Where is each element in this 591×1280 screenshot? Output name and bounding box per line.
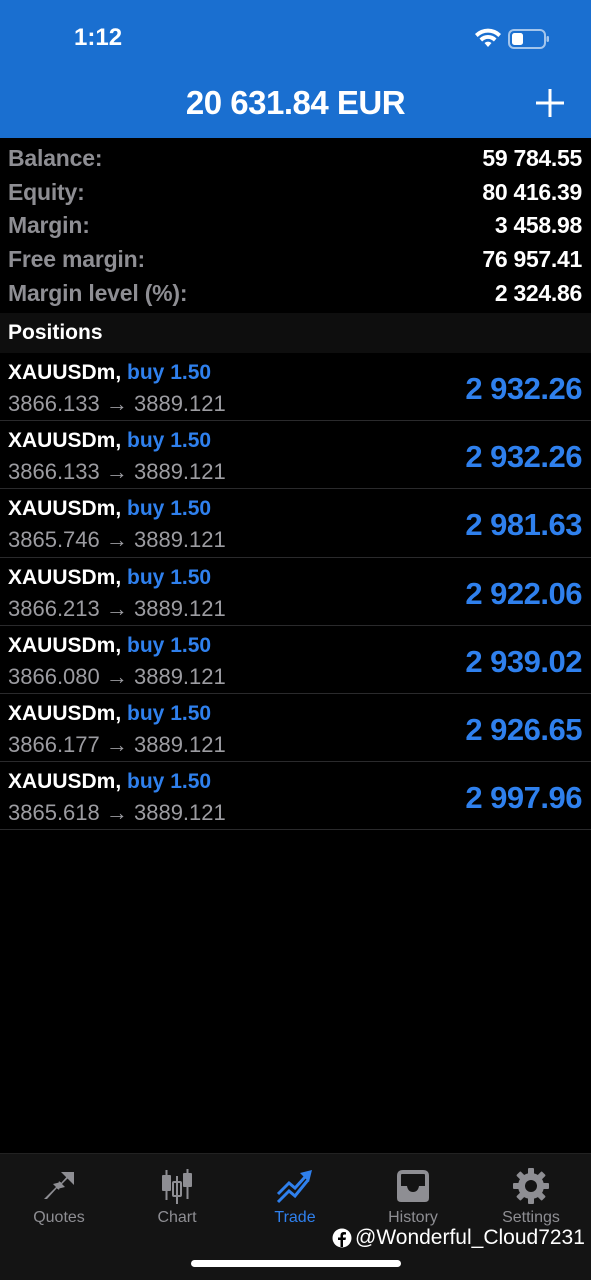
summary-label: Margin level (%):: [8, 279, 188, 306]
position-side: buy 1.50: [127, 701, 212, 725]
position-symbol: XAUUSDm,: [8, 497, 122, 521]
summary-value: 59 784.55: [482, 145, 582, 172]
position-row[interactable]: XAUUSDm, buy 1.50 3866.213 → 3889.121 2 …: [0, 558, 591, 626]
account-summary: Balance: 59 784.55 Equity: 80 416.39 Mar…: [0, 142, 591, 310]
position-row[interactable]: XAUUSDm, buy 1.50 3866.080 → 3889.121 2 …: [0, 626, 591, 694]
tab-quotes[interactable]: Quotes: [0, 1154, 118, 1234]
position-side: buy 1.50: [127, 770, 212, 794]
position-profit: 2 932.26: [465, 439, 582, 475]
position-side: buy 1.50: [127, 633, 212, 657]
summary-row-margin-level: Margin level (%): 2 324.86: [0, 276, 591, 310]
position-symbol: XAUUSDm,: [8, 361, 122, 384]
position-prices: 3866.177 → 3889.121: [8, 731, 226, 757]
summary-row-free-margin: Free margin: 76 957.41: [0, 243, 591, 277]
summary-label: Free margin:: [8, 246, 145, 273]
summary-row-balance: Balance: 59 784.55: [0, 142, 591, 176]
position-symbol: XAUUSDm,: [8, 565, 122, 589]
position-prices: 3866.080 → 3889.121: [8, 663, 226, 689]
facebook-icon: [332, 1228, 352, 1248]
position-profit: 2 922.06: [465, 575, 582, 611]
tab-label: Trade: [274, 1209, 316, 1226]
battery-icon: [508, 29, 549, 49]
tab-chart[interactable]: Chart: [118, 1154, 236, 1234]
summary-value: 80 416.39: [482, 178, 582, 205]
position-prices: 3866.133 → 3889.121: [8, 459, 226, 485]
position-row[interactable]: XAUUSDm, buy 1.50 3865.618 → 3889.121 2 …: [0, 762, 591, 831]
summary-row-equity: Equity: 80 416.39: [0, 176, 591, 210]
tab-settings[interactable]: Settings: [472, 1154, 590, 1234]
position-profit: 2 932.26: [465, 371, 582, 406]
gear-icon: [513, 1168, 549, 1204]
top-header: 1:12 20 631.84 EUR: [0, 0, 591, 138]
position-side: buy 1.50: [127, 497, 212, 521]
position-symbol: XAUUSDm,: [8, 770, 122, 794]
summary-label: Equity:: [8, 178, 85, 205]
wifi-icon: [475, 28, 501, 47]
watermark-text: @Wonderful_Cloud7231: [355, 1226, 585, 1249]
summary-label: Margin:: [8, 212, 90, 239]
position-row[interactable]: XAUUSDm, buy 1.50 3866.133 → 3889.121 2 …: [0, 353, 591, 422]
status-time: 1:12: [74, 24, 123, 51]
trend-up-icon: [276, 1170, 312, 1204]
positions-list: XAUUSDm, buy 1.50 3866.133 → 3889.121 2 …: [0, 353, 591, 831]
summary-label: Balance:: [8, 145, 103, 172]
position-row[interactable]: XAUUSDm, buy 1.50 3865.746 → 3889.121 2 …: [0, 489, 591, 558]
position-side: buy 1.50: [127, 429, 212, 453]
new-order-plus-icon[interactable]: [533, 86, 567, 120]
summary-value: 76 957.41: [482, 246, 582, 273]
tab-trade[interactable]: Trade: [236, 1154, 354, 1234]
tab-label: Quotes: [33, 1209, 85, 1226]
tab-label: Settings: [502, 1209, 560, 1226]
position-profit: 2 926.65: [465, 711, 582, 747]
position-side: buy 1.50: [127, 361, 212, 384]
candlestick-icon: [162, 1169, 192, 1204]
account-profit-title: 20 631.84 EUR: [185, 84, 406, 121]
summary-value: 2 324.86: [494, 279, 582, 306]
position-row[interactable]: XAUUSDm, buy 1.50 3866.133 → 3889.121 2 …: [0, 421, 591, 490]
position-row[interactable]: XAUUSDm, buy 1.50 3866.177 → 3889.121 2 …: [0, 694, 591, 763]
watermark: @Wonderful_Cloud7231: [332, 1226, 585, 1250]
tab-label: Chart: [157, 1209, 197, 1226]
position-prices: 3865.746 → 3889.121: [8, 527, 226, 553]
tab-label: History: [388, 1209, 438, 1226]
home-indicator: [191, 1260, 401, 1267]
position-symbol: XAUUSDm,: [8, 633, 122, 657]
position-profit: 2 997.96: [465, 780, 582, 816]
tab-history[interactable]: History: [354, 1154, 472, 1234]
position-symbol: XAUUSDm,: [8, 429, 122, 453]
position-prices: 3866.213 → 3889.121: [8, 595, 226, 621]
positions-section-header: Positions: [0, 313, 591, 353]
quotes-arrows-icon: [44, 1172, 74, 1199]
position-side: buy 1.50: [127, 565, 212, 589]
position-symbol: XAUUSDm,: [8, 701, 122, 725]
position-prices: 3865.618 → 3889.121: [8, 800, 226, 826]
position-profit: 2 939.02: [465, 643, 582, 679]
position-prices: 3866.133 → 3889.121: [8, 391, 226, 416]
summary-value: 3 458.98: [494, 212, 582, 239]
position-profit: 2 981.63: [465, 507, 582, 543]
inbox-tray-icon: [397, 1170, 429, 1202]
summary-row-margin: Margin: 3 458.98: [0, 209, 591, 243]
